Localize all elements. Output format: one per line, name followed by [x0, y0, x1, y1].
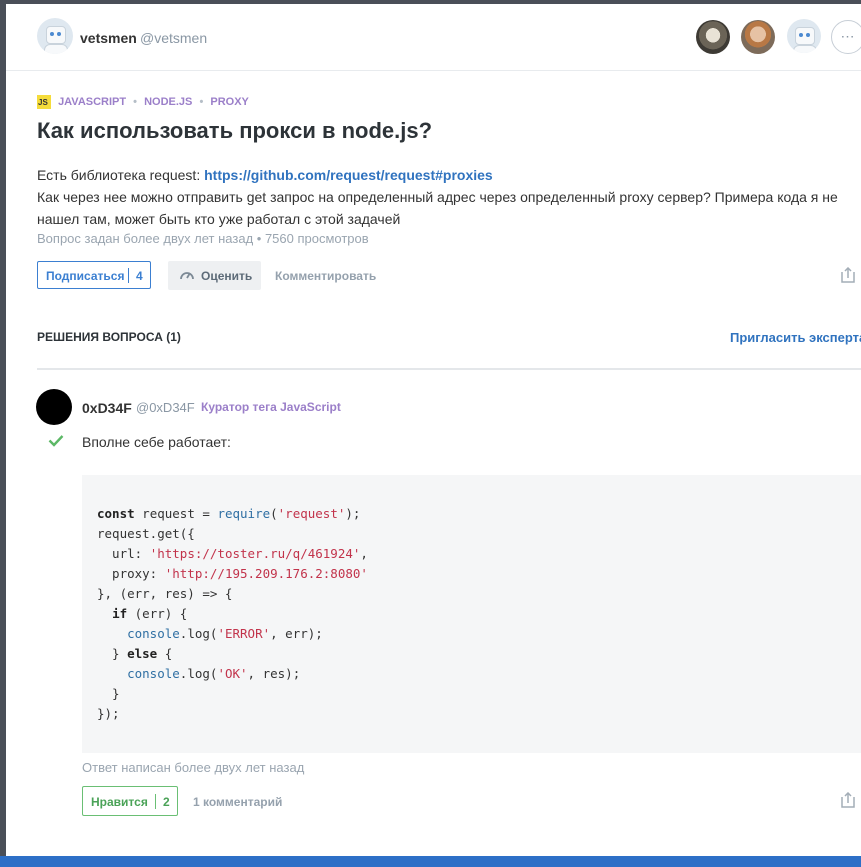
- like-label: Нравится: [91, 795, 148, 809]
- accepted-check-icon: [48, 435, 64, 447]
- solutions-divider: [37, 368, 861, 370]
- code-block: const request = require('request'); requ…: [82, 475, 861, 753]
- comment-button[interactable]: Комментировать: [275, 269, 376, 283]
- subscribe-label: Подписаться: [46, 269, 125, 283]
- rate-button[interactable]: Оценить: [168, 261, 261, 290]
- answer-comments-link[interactable]: 1 комментарий: [193, 795, 282, 809]
- code-content: const request = require('request'); requ…: [97, 506, 368, 721]
- tag-separator: •: [133, 96, 138, 108]
- author-handle: @vetsmen: [140, 30, 208, 46]
- question-body-link[interactable]: https://github.com/request/request#proxi…: [204, 167, 493, 183]
- tag-javascript[interactable]: JAVASCRIPT: [58, 96, 126, 108]
- share-icon[interactable]: [841, 267, 855, 283]
- subscriber-avatar[interactable]: [696, 20, 730, 54]
- answer-text: Вполне себе работает:: [82, 434, 231, 450]
- rate-label: Оценить: [201, 269, 253, 283]
- window-bottom-bar: [0, 856, 861, 867]
- subscriber-avatar[interactable]: [787, 19, 821, 53]
- like-divider: [155, 794, 156, 809]
- question-meta: Вопрос задан более двух лет назад • 7560…: [37, 231, 369, 246]
- question-author-bar: vetsmen @vetsmen ⋯: [6, 4, 861, 71]
- answer-author-avatar[interactable]: [36, 389, 72, 425]
- author-avatar[interactable]: [37, 18, 73, 54]
- subscribe-count: 4: [136, 269, 143, 283]
- subscriber-avatar[interactable]: [741, 20, 775, 54]
- answer-author-handle: @0xD34F: [136, 400, 195, 415]
- invite-expert-link[interactable]: Пригласить эксперта: [730, 330, 861, 345]
- question-tags: JS JAVASCRIPT • NODE.JS • PROXY: [37, 95, 249, 111]
- like-button[interactable]: Нравится 2: [82, 786, 178, 816]
- tag-nodejs[interactable]: NODE.JS: [144, 96, 192, 108]
- tag-proxy[interactable]: PROXY: [210, 96, 249, 108]
- question-body-prefix: Есть библиотека request:: [37, 167, 205, 183]
- question-card: vetsmen @vetsmen ⋯ JS JAVASCRIPT • NODE.…: [6, 4, 861, 856]
- subscribe-button[interactable]: Подписаться 4: [37, 261, 151, 289]
- more-subscribers-button[interactable]: ⋯: [831, 20, 861, 54]
- answer-meta: Ответ написан более двух лет назад: [82, 760, 305, 775]
- question-body: Есть библиотека request: https://github.…: [37, 164, 857, 230]
- answer-author-name[interactable]: 0xD34F: [82, 400, 132, 416]
- author-name[interactable]: vetsmen: [80, 30, 137, 46]
- tag-separator: •: [199, 96, 204, 108]
- question-body-text: Как через нее можно отправить get запрос…: [37, 189, 838, 227]
- answer-share-icon[interactable]: [841, 792, 855, 808]
- javascript-tag-icon: JS: [37, 95, 51, 109]
- subscribe-divider: [128, 268, 129, 283]
- solutions-header: РЕШЕНИЯ ВОПРОСА (1): [37, 330, 181, 344]
- like-count: 2: [163, 795, 170, 809]
- answer-curator-badge[interactable]: Куратор тега JavaScript: [201, 400, 341, 414]
- gauge-icon: [180, 272, 194, 280]
- question-title: Как использовать прокси в node.js?: [37, 118, 433, 143]
